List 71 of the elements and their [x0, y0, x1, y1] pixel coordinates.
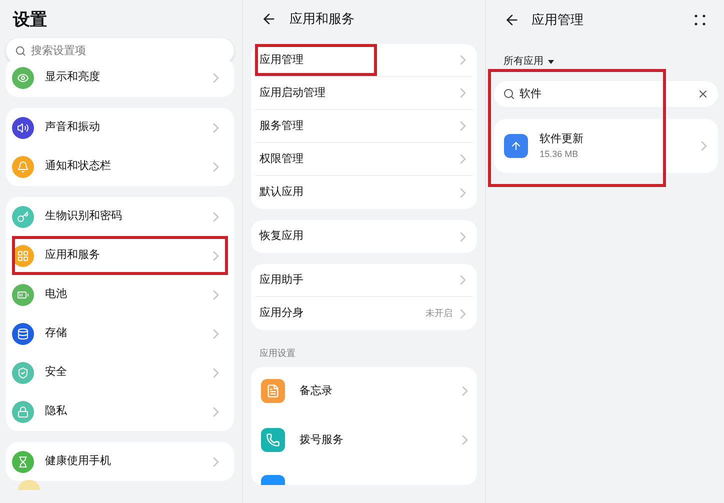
row-label: 应用启动管理: [259, 86, 326, 101]
section-title: 应用设置: [258, 347, 296, 360]
settings-row[interactable]: 服务管理: [255, 110, 473, 143]
settings-row[interactable]: 电池: [12, 275, 228, 314]
row-label: 应用助手: [259, 272, 304, 288]
settings-row[interactable]: 隐私: [12, 392, 228, 431]
privacy-icon: [12, 400, 34, 422]
settings-row[interactable]: 应用助手: [255, 264, 473, 297]
row-label: 显示和亮度: [45, 70, 101, 86]
filter-dropdown[interactable]: 所有应用: [504, 54, 554, 69]
settings-row[interactable]: 安全: [12, 353, 228, 392]
row-label: 声音和振动: [45, 120, 101, 136]
settings-row[interactable]: 通知和状态栏: [12, 147, 228, 186]
page-title: 设置: [12, 9, 48, 31]
back-icon[interactable]: [504, 12, 520, 28]
app-row[interactable]: 备忘录: [261, 366, 473, 416]
settings-row[interactable]: 默认应用: [255, 176, 473, 209]
page-title: 应用管理: [532, 11, 585, 30]
settings-row[interactable]: 健康使用手机: [12, 442, 228, 481]
settings-row[interactable]: 声音和振动: [12, 108, 228, 147]
search-icon: [15, 45, 26, 57]
storage-icon: [12, 322, 34, 344]
app-size: 15.36 MB: [540, 148, 580, 160]
speaker-icon: [12, 116, 34, 138]
partial-row-icon: [18, 480, 40, 490]
search-value: 软件: [520, 86, 543, 102]
clear-icon[interactable]: [696, 88, 709, 100]
app-row[interactable]: 拨号服务: [261, 416, 473, 464]
settings-row[interactable]: 应用和服务: [12, 236, 228, 275]
row-label: 恢复应用: [259, 228, 304, 244]
settings-row[interactable]: 应用分身 未开启: [255, 297, 473, 330]
shield-icon: [12, 362, 34, 384]
hourglass-icon: [12, 450, 34, 472]
row-label: 健康使用手机: [45, 454, 112, 470]
row-label: 权限管理: [259, 152, 304, 167]
row-label: 电池: [45, 287, 68, 302]
search-input[interactable]: 搜索设置项: [31, 42, 226, 60]
row-label: 备忘录: [299, 384, 334, 399]
row-label: 服务管理: [259, 118, 304, 134]
key-icon: [12, 206, 34, 228]
bell-icon: [12, 156, 34, 178]
settings-row[interactable]: 权限管理: [255, 143, 473, 176]
row-label: 默认应用: [259, 184, 304, 200]
caret-icon: [548, 60, 554, 64]
row-label: 生物识别和密码: [45, 208, 123, 224]
notes-icon: [261, 379, 286, 403]
row-label: 应用管理: [259, 52, 304, 68]
settings-row[interactable]: 应用管理: [255, 44, 473, 77]
app-name: 软件更新: [540, 132, 585, 147]
settings-row[interactable]: 应用启动管理: [255, 77, 473, 110]
page-title: 应用和服务: [289, 10, 354, 28]
battery-icon: [12, 284, 34, 306]
update-icon: [504, 134, 528, 158]
eye-icon: [12, 66, 34, 88]
mail-icon: [261, 474, 286, 484]
row-label: 应用分身: [259, 306, 304, 322]
phone-icon: [261, 428, 286, 452]
settings-row[interactable]: 生物识别和密码: [12, 197, 228, 236]
settings-row[interactable]: 恢复应用: [255, 220, 473, 253]
row-label: 应用和服务: [45, 248, 101, 264]
row-label: 存储: [45, 326, 68, 342]
row-label: 通知和状态栏: [45, 158, 112, 174]
row-value: 未开启: [426, 306, 453, 320]
row-label: 拨号服务: [299, 432, 344, 448]
more-icon[interactable]: [694, 14, 706, 26]
search-icon: [502, 88, 515, 100]
row-label: 安全: [45, 364, 68, 380]
app-row[interactable]: 软件更新 15.36 MB: [494, 119, 718, 173]
search-field[interactable]: 软件: [494, 81, 718, 107]
row-label: 隐私: [45, 404, 68, 420]
settings-row[interactable]: 存储: [12, 314, 228, 353]
